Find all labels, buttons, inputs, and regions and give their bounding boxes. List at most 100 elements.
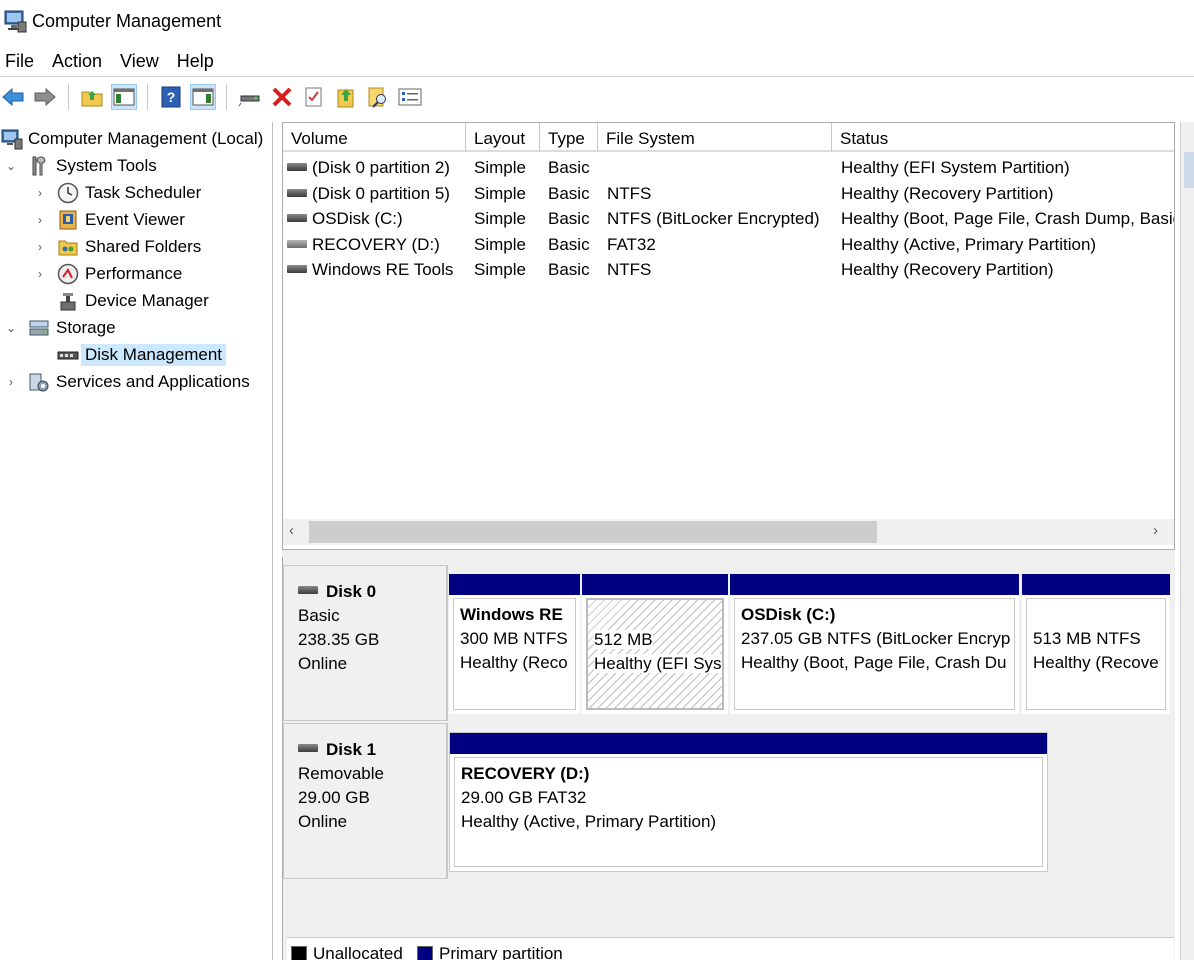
partition-efi-system[interactable]: 512 MB Healthy (EFI Sys: [582, 574, 728, 714]
menu-file[interactable]: File: [0, 51, 41, 72]
up-folder-icon[interactable]: [79, 84, 105, 110]
partition-windows-re[interactable]: Windows RE 300 MB NTFS Healthy (Reco: [449, 574, 580, 714]
cell-layout: Simple: [474, 184, 526, 203]
properties-icon[interactable]: [301, 84, 327, 110]
forward-arrow-icon[interactable]: [32, 84, 58, 110]
menu-action[interactable]: Action: [47, 51, 109, 72]
disk-status: Online: [298, 812, 348, 831]
tools-icon: [28, 155, 50, 177]
partition-health: Healthy (Active, Primary Partition): [461, 812, 717, 831]
legend: Unallocated Primary partition: [287, 937, 1174, 960]
delete-icon[interactable]: [269, 84, 295, 110]
legend-label: Unallocated: [313, 944, 403, 960]
partition-osdisk-c[interactable]: OSDisk (C:) 237.05 GB NTFS (BitLocker En…: [730, 574, 1019, 714]
pane-splitter[interactable]: [282, 550, 1175, 557]
chevron-right-icon[interactable]: ›: [33, 213, 47, 227]
disk-1-info[interactable]: Disk 1 Removable 29.00 GB Online: [283, 723, 448, 879]
partition-type-bar: [449, 574, 580, 595]
menu-help[interactable]: Help: [172, 51, 221, 72]
event-viewer-icon: [57, 209, 79, 231]
connect-icon[interactable]: [237, 84, 263, 110]
cell-volume: (Disk 0 partition 5): [312, 184, 450, 203]
tree-item-performance[interactable]: › Performance: [33, 261, 182, 287]
table-row[interactable]: RECOVERY (D:) Simple Basic FAT32 Healthy…: [283, 232, 1174, 257]
tree-item-device-manager[interactable]: Device Manager: [33, 288, 209, 314]
tree-item-disk-management[interactable]: Disk Management: [33, 342, 227, 368]
scrollbar-thumb[interactable]: [1184, 152, 1194, 188]
column-header-layout[interactable]: Layout: [466, 123, 540, 151]
column-header-type[interactable]: Type: [540, 123, 598, 151]
tree-label: Event Viewer: [85, 210, 185, 229]
toolbar-separator: [226, 84, 227, 110]
partition-recovery-disk0[interactable]: 513 MB NTFS Healthy (Recove: [1022, 574, 1170, 714]
tree-label: Shared Folders: [85, 237, 202, 256]
tree-item-computer-management[interactable]: Computer Management (Local): [0, 126, 263, 152]
back-arrow-icon[interactable]: [0, 84, 26, 110]
chevron-right-icon[interactable]: ›: [33, 267, 47, 281]
show-hide-tree-icon[interactable]: [111, 84, 137, 110]
tree-item-system-tools[interactable]: ⌄ System Tools: [4, 153, 157, 179]
table-row[interactable]: (Disk 0 partition 5) Simple Basic NTFS H…: [283, 181, 1174, 206]
tree-item-shared-folders[interactable]: › Shared Folders: [33, 234, 201, 260]
column-header-file-system[interactable]: File System: [598, 123, 832, 151]
partition-name: [1033, 603, 1159, 627]
computer-management-icon: [0, 128, 23, 150]
partition-health: Healthy (Boot, Page File, Crash Du: [741, 653, 1007, 672]
tree-item-task-scheduler[interactable]: › Task Scheduler: [33, 180, 201, 206]
search-icon[interactable]: [365, 84, 391, 110]
tree-label: Performance: [85, 264, 183, 283]
disk-icon: [298, 586, 318, 594]
toolbar: ?: [0, 80, 429, 114]
checklist-icon[interactable]: [397, 84, 423, 110]
scrollbar-thumb[interactable]: [309, 521, 877, 543]
tree-label: Device Manager: [85, 291, 209, 310]
cell-volume: (Disk 0 partition 2): [312, 158, 450, 177]
tree-label: Disk Management: [81, 344, 227, 366]
column-header-volume[interactable]: Volume: [283, 123, 466, 151]
partition-detail: 513 MB NTFS: [1033, 629, 1141, 648]
table-row[interactable]: Windows RE Tools Simple Basic NTFS Healt…: [283, 257, 1174, 282]
partition-recovery-d[interactable]: RECOVERY (D:) 29.00 GB FAT32 Healthy (Ac…: [449, 732, 1048, 872]
tree-item-event-viewer[interactable]: › Event Viewer: [33, 207, 185, 233]
cell-type: Basic: [548, 235, 590, 254]
cell-file-system: FAT32: [607, 235, 656, 254]
cell-type: Basic: [548, 158, 590, 177]
help-icon[interactable]: ?: [158, 84, 184, 110]
disk-size: 238.35 GB: [298, 630, 380, 649]
chevron-right-icon[interactable]: ›: [33, 240, 47, 254]
chevron-down-icon[interactable]: ⌄: [4, 159, 18, 173]
cell-file-system: NTFS (BitLocker Encrypted): [607, 209, 820, 228]
scroll-right-icon[interactable]: ›: [1153, 522, 1158, 539]
menu-view[interactable]: View: [115, 51, 166, 72]
partition-type-bar: [1022, 574, 1170, 595]
action-pane-icon[interactable]: [190, 84, 216, 110]
toolbar-separator: [68, 84, 69, 110]
table-row[interactable]: OSDisk (C:) Simple Basic NTFS (BitLocker…: [283, 206, 1174, 231]
tree-item-services-and-applications[interactable]: › Services and Applications: [4, 369, 250, 395]
computer-management-icon: [2, 8, 28, 34]
cell-volume: OSDisk (C:): [312, 209, 403, 228]
scroll-left-icon[interactable]: ‹: [289, 522, 294, 539]
volume-list: Volume Layout Type File System Status (D…: [282, 122, 1175, 550]
disk-0-info[interactable]: Disk 0 Basic 238.35 GB Online: [283, 565, 448, 721]
cell-file-system: NTFS: [607, 260, 652, 279]
table-row[interactable]: (Disk 0 partition 2) Simple Basic Health…: [283, 155, 1174, 180]
tree-item-storage[interactable]: ⌄ Storage: [4, 315, 116, 341]
svg-text:?: ?: [167, 89, 176, 105]
disk-type: Basic: [298, 606, 340, 625]
chevron-right-icon[interactable]: ›: [33, 186, 47, 200]
column-header-status[interactable]: Status: [832, 123, 1174, 151]
chevron-down-icon[interactable]: ⌄: [4, 321, 18, 335]
disk-size: 29.00 GB: [298, 788, 370, 807]
legend-item-primary-partition: Primary partition: [417, 944, 563, 960]
volume-list-header: Volume Layout Type File System Status: [283, 123, 1174, 152]
cell-volume: RECOVERY (D:): [312, 235, 440, 254]
open-icon[interactable]: [333, 84, 359, 110]
cell-status: Healthy (Boot, Page File, Crash Dump, Ba…: [841, 209, 1174, 228]
horizontal-scrollbar[interactable]: ‹ ›: [283, 519, 1174, 545]
vertical-scrollbar[interactable]: [1180, 122, 1194, 960]
tree-label: Storage: [56, 318, 116, 337]
chevron-right-icon[interactable]: ›: [4, 375, 18, 389]
partition-health: Healthy (EFI Sys: [594, 654, 722, 673]
partition-type-bar: [582, 574, 728, 595]
